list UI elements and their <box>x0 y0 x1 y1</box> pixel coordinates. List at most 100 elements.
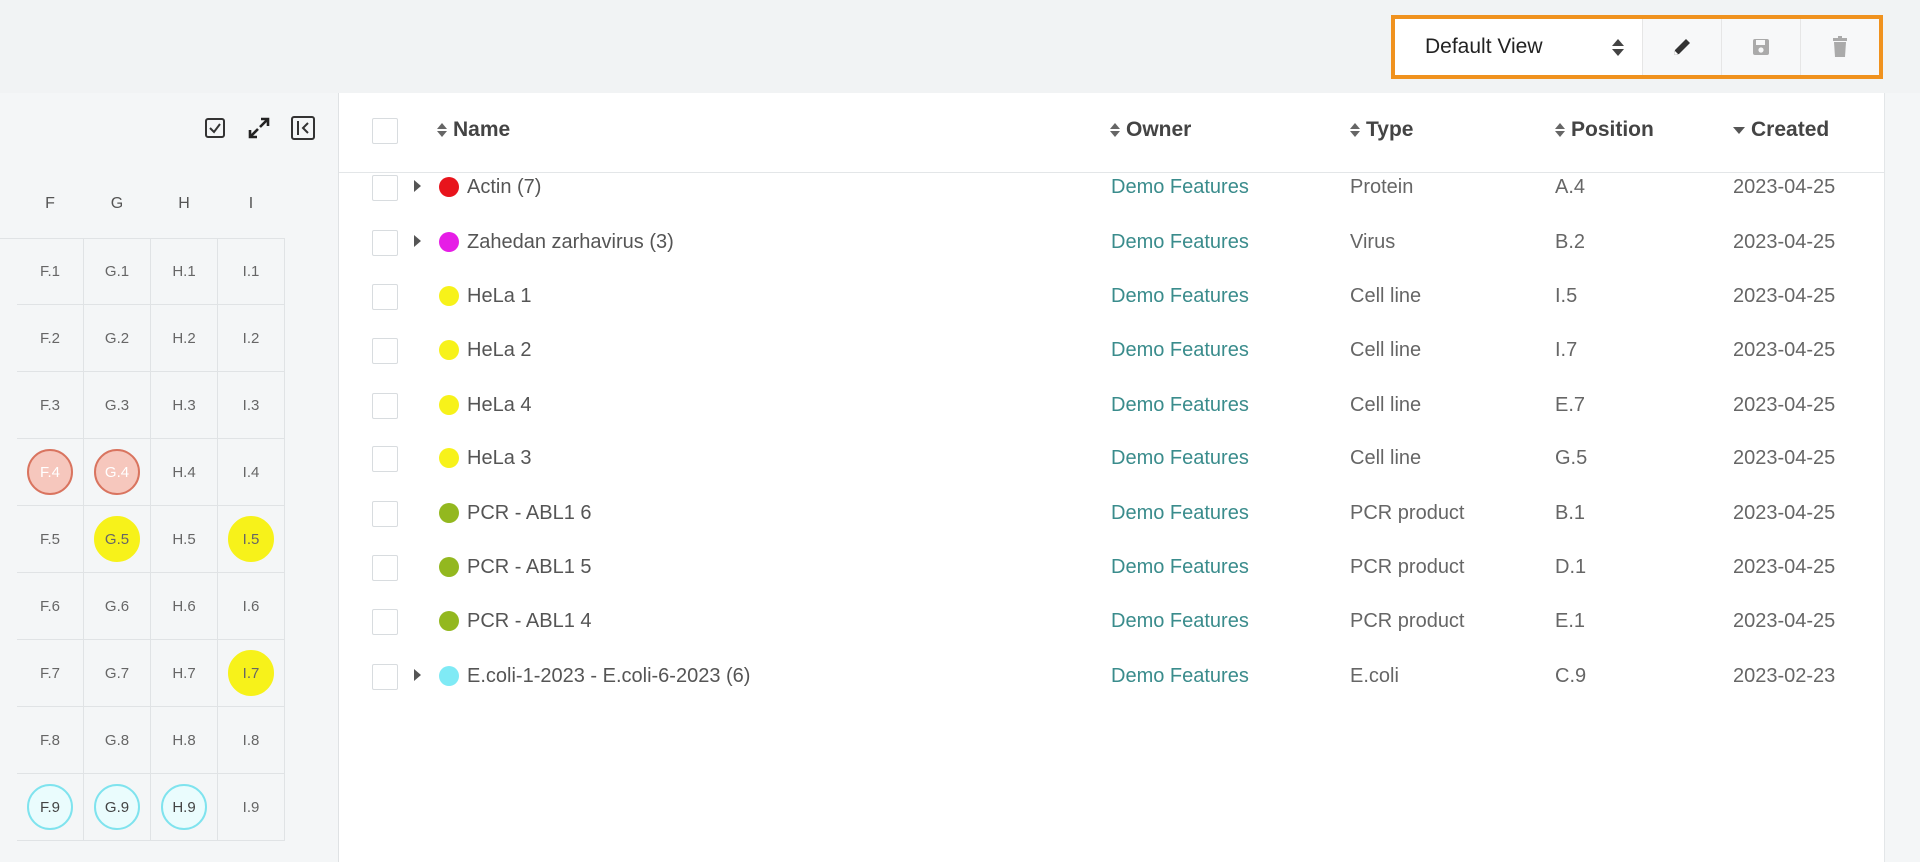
row-checkbox[interactable] <box>372 501 398 527</box>
plate-well[interactable]: G.2 <box>84 305 151 372</box>
table-row[interactable]: E.coli-1-2023 - E.coli-6-2023 (6) Demo Fe… <box>339 649 1884 704</box>
plate-well[interactable]: H.6 <box>151 573 218 640</box>
row-checkbox[interactable] <box>372 230 398 256</box>
row-name[interactable]: PCR - ABL1 5 <box>467 556 592 579</box>
row-type: E.coli <box>1350 665 1399 687</box>
view-select[interactable]: Default View <box>1395 19 1643 75</box>
well-label: H.5 <box>172 530 196 548</box>
row-checkbox[interactable] <box>372 609 398 635</box>
plate-panel: F G H I F.1 G.1 H.1 I.1 F.2 G.2 H.2 I.2 F.3 G.3 H.3 I.… <box>0 93 339 862</box>
plate-well[interactable]: H.8 <box>151 707 218 774</box>
column-header-position[interactable]: Position <box>1555 118 1654 142</box>
plate-well[interactable]: F.4 <box>17 439 84 506</box>
table-row[interactable]: Zahedan zarhavirus (3) Demo Features Virus… <box>339 215 1884 270</box>
plate-well[interactable]: F.5 <box>17 506 84 573</box>
row-checkbox[interactable] <box>372 446 398 472</box>
plate-well[interactable]: G.6 <box>84 573 151 640</box>
save-view-button[interactable] <box>1722 19 1801 75</box>
row-owner[interactable]: Demo Features <box>1111 447 1249 470</box>
plate-well[interactable]: G.8 <box>84 707 151 774</box>
row-name[interactable]: PCR - ABL1 6 <box>467 502 592 525</box>
plate-well[interactable]: F.6 <box>17 573 84 640</box>
plate-well[interactable]: G.1 <box>84 238 151 305</box>
row-checkbox[interactable] <box>372 284 398 310</box>
plate-well[interactable]: I.7 <box>218 640 285 707</box>
plate-well[interactable]: F.8 <box>17 707 84 774</box>
plate-well[interactable]: G.4 <box>84 439 151 506</box>
expand-row-icon[interactable] <box>414 235 421 247</box>
row-checkbox[interactable] <box>372 664 398 690</box>
plate-well[interactable]: I.1 <box>218 238 285 305</box>
row-owner[interactable]: Demo Features <box>1111 339 1249 362</box>
table-row[interactable]: PCR - ABL1 6 Demo Features PCR product B.1 2… <box>339 486 1884 541</box>
row-owner[interactable]: Demo Features <box>1111 394 1249 417</box>
plate-well[interactable]: I.9 <box>218 774 285 841</box>
plate-well[interactable]: F.1 <box>17 238 84 305</box>
row-checkbox[interactable] <box>372 175 398 201</box>
plate-well[interactable]: F.2 <box>17 305 84 372</box>
plate-well[interactable]: I.6 <box>218 573 285 640</box>
table-row[interactable]: HeLa 4 Demo Features Cell line E.7 2023-04-2… <box>339 378 1884 433</box>
row-name[interactable]: Actin (7) <box>467 176 541 199</box>
plate-well[interactable]: G.5 <box>84 506 151 573</box>
expand-icon[interactable] <box>246 115 272 141</box>
plate-well[interactable]: I.3 <box>218 372 285 439</box>
plate-well[interactable]: F.9 <box>17 774 84 841</box>
row-owner[interactable]: Demo Features <box>1111 665 1249 688</box>
row-checkbox[interactable] <box>372 555 398 581</box>
edit-view-button[interactable] <box>1643 19 1722 75</box>
plate-well[interactable]: H.2 <box>151 305 218 372</box>
plate-well[interactable]: H.1 <box>151 238 218 305</box>
row-owner[interactable]: Demo Features <box>1111 502 1249 525</box>
checkbox-icon[interactable] <box>202 115 228 141</box>
well-label: G.2 <box>104 329 130 347</box>
table-row[interactable]: HeLa 2 Demo Features Cell line I.7 2023-04-2… <box>339 323 1884 378</box>
row-owner[interactable]: Demo Features <box>1111 556 1249 579</box>
row-name[interactable]: PCR - ABL1 4 <box>467 610 592 633</box>
row-checkbox[interactable] <box>372 393 398 419</box>
expand-row-icon[interactable] <box>414 180 421 192</box>
well-label: I.2 <box>242 329 260 347</box>
column-header-created[interactable]: Created <box>1733 118 1829 142</box>
table-row[interactable]: HeLa 3 Demo Features Cell line G.5 2023-04-2… <box>339 431 1884 486</box>
row-owner[interactable]: Demo Features <box>1111 610 1249 633</box>
row-name[interactable]: HeLa 1 <box>467 285 532 308</box>
column-header-name[interactable]: Name <box>437 118 510 142</box>
plate-well[interactable]: I.8 <box>218 707 285 774</box>
collapse-panel-icon[interactable] <box>290 115 316 141</box>
column-header-type[interactable]: Type <box>1350 118 1413 142</box>
row-name[interactable]: E.coli-1-2023 - E.coli-6-2023 (6) <box>467 665 750 688</box>
expand-row-icon[interactable] <box>414 669 421 681</box>
column-header-owner[interactable]: Owner <box>1110 118 1191 142</box>
table-row[interactable]: PCR - ABL1 4 Demo Features PCR product E.1 2… <box>339 594 1884 649</box>
plate-well[interactable]: H.3 <box>151 372 218 439</box>
delete-view-button[interactable] <box>1801 19 1879 75</box>
plate-well[interactable]: G.9 <box>84 774 151 841</box>
plate-well[interactable]: H.4 <box>151 439 218 506</box>
table-row[interactable]: PCR - ABL1 5 Demo Features PCR product D.1 2… <box>339 540 1884 595</box>
plate-well[interactable]: H.5 <box>151 506 218 573</box>
row-owner[interactable]: Demo Features <box>1111 176 1249 199</box>
row-checkbox[interactable] <box>372 338 398 364</box>
row-position: E.7 <box>1555 394 1586 416</box>
row-name[interactable]: Zahedan zarhavirus (3) <box>467 231 674 254</box>
table-row[interactable]: Actin (7) Demo Features Protein A.4 2023-04-… <box>339 160 1884 215</box>
plate-well[interactable]: I.5 <box>218 506 285 573</box>
plate-well[interactable]: I.4 <box>218 439 285 506</box>
row-name[interactable]: HeLa 3 <box>467 447 532 470</box>
row-owner[interactable]: Demo Features <box>1111 231 1249 254</box>
plate-well[interactable]: G.7 <box>84 640 151 707</box>
well-label: F.4 <box>39 463 60 481</box>
plate-well[interactable]: G.3 <box>84 372 151 439</box>
plate-well[interactable]: H.7 <box>151 640 218 707</box>
row-name[interactable]: HeLa 4 <box>467 394 532 417</box>
select-all-checkbox[interactable] <box>372 118 398 144</box>
plate-well[interactable]: H.9 <box>151 774 218 841</box>
plate-well[interactable]: F.3 <box>17 372 84 439</box>
table-row[interactable]: HeLa 1 Demo Features Cell line I.5 2023-04-2… <box>339 269 1884 324</box>
row-position: B.1 <box>1555 502 1586 524</box>
row-owner[interactable]: Demo Features <box>1111 285 1249 308</box>
plate-well[interactable]: I.2 <box>218 305 285 372</box>
row-name[interactable]: HeLa 2 <box>467 339 532 362</box>
plate-well[interactable]: F.7 <box>17 640 84 707</box>
